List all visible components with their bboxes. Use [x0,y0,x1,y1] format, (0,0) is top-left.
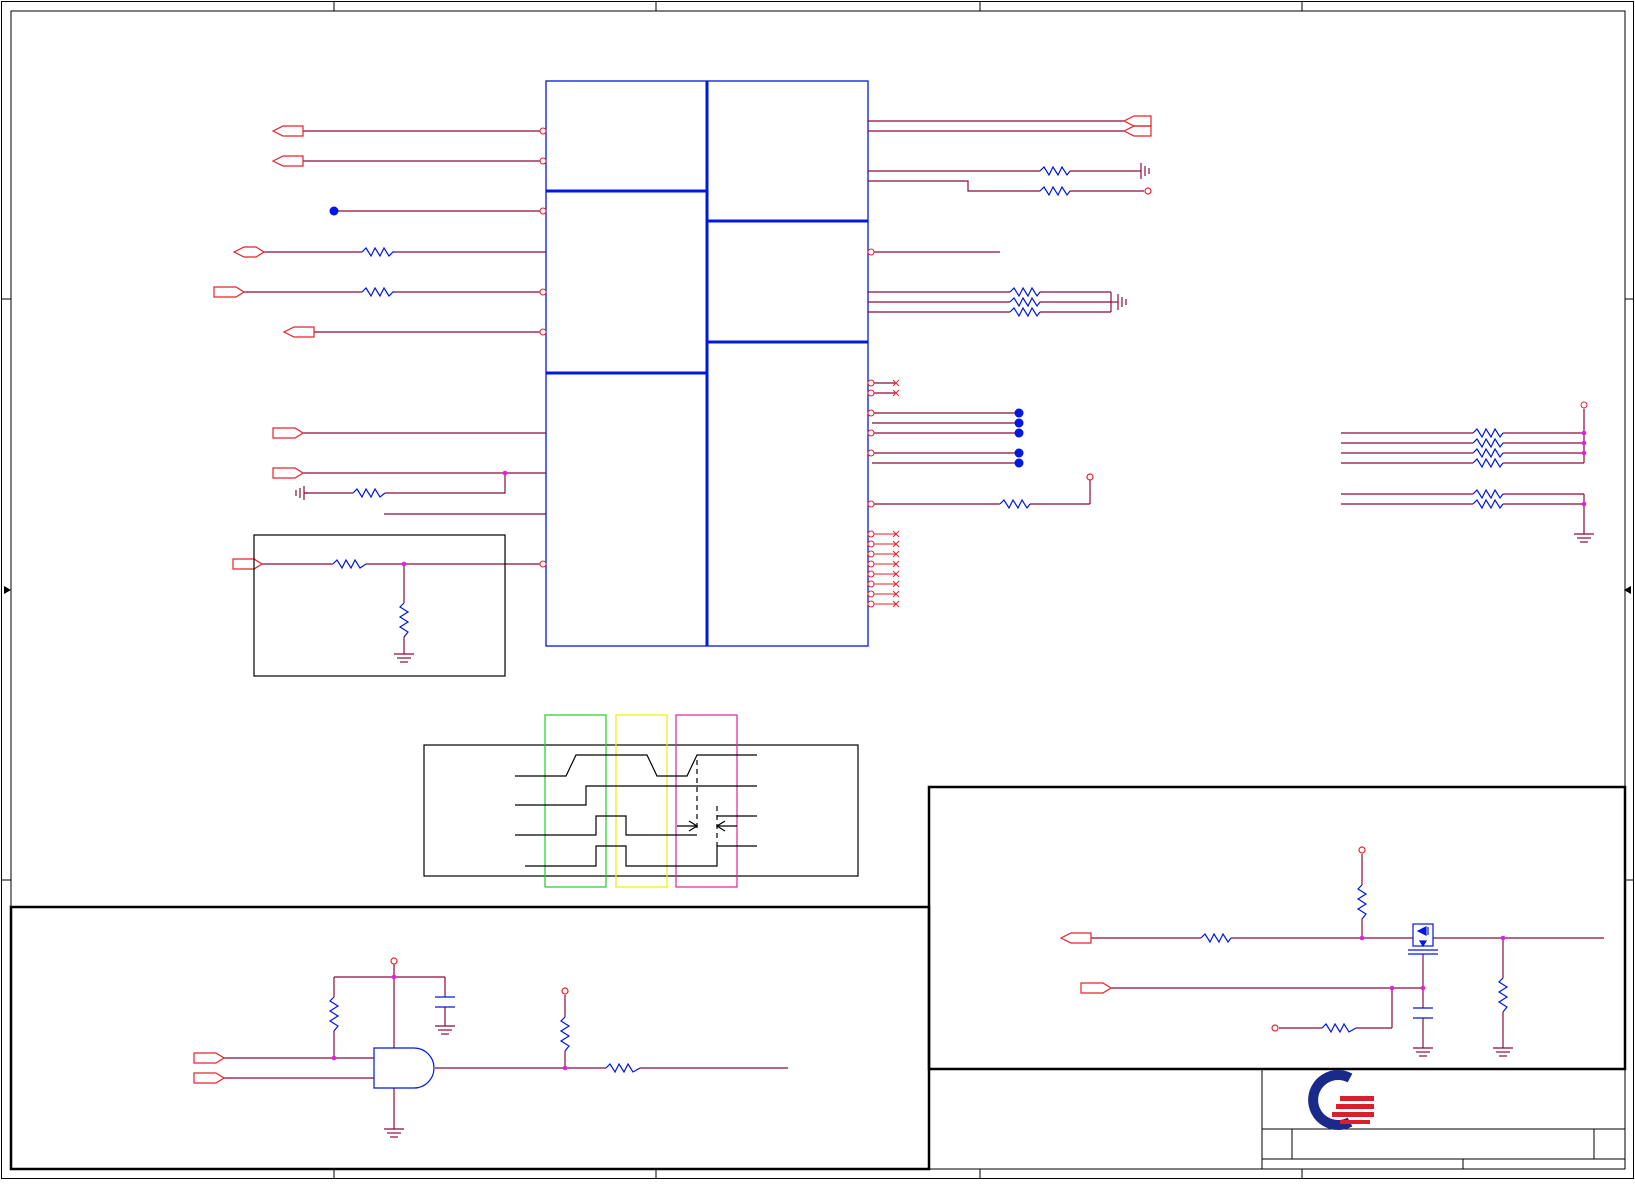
port-gate-in-1 [193,1052,226,1064]
resistor-right-6 [999,498,1031,510]
left-pin-ends [539,127,547,568]
and-gate-grounds [384,1025,455,1138]
test-points [1014,408,1024,468]
timing-window-1 [544,714,607,888]
ground-icon [384,1128,404,1138]
port-left-2 [271,155,304,167]
and-gate-symbol [373,1047,435,1089]
timing-window-3 [675,714,738,888]
and-gate-junctions [331,974,568,1071]
right-pin-ends [867,248,875,608]
resistor-mosfet-series [1200,932,1232,944]
port-right-diff-1 [1122,115,1152,127]
right-ground-symbols [1117,163,1150,310]
and-gate-components [328,996,641,1074]
port-left-7 [272,467,305,479]
port-gate-in-2 [193,1072,226,1084]
resistor-pullup-out [559,1016,571,1052]
left-ground-symbols [295,486,414,663]
port-left-1 [271,125,304,137]
and-gate-circuit [224,964,788,1129]
timing-waveforms [515,754,757,867]
resistor-mosfet-pulldown [1497,977,1509,1013]
ground-icon [1140,163,1150,179]
resistor-mosfet-gate [1321,1022,1357,1034]
schematic-sheet [0,0,1635,1180]
resistor-right-5 [1009,306,1041,318]
port-left-8 [232,558,264,570]
left-junctions [329,206,508,567]
bottom-left-panel [9,905,931,1171]
sheet-border [1,1,1634,1179]
resistor-left-3 [352,487,386,499]
mosfet-ports [1059,846,1366,1032]
port-left-5 [282,326,315,338]
no-connect-markers [874,379,900,608]
ground-icon [295,486,308,500]
resistor-right-3 [1009,286,1041,298]
right-resistors [999,165,1071,510]
resistor-series-out [605,1062,641,1074]
ground-icon [1574,533,1594,543]
capacitor-icon [1413,1007,1433,1019]
right-resistor-bank [1341,409,1585,534]
mosfet-grounds [1413,1047,1513,1057]
port-left-4 [213,286,246,298]
capacitor-icon [435,996,455,1008]
resistor-right-1 [1039,165,1071,177]
ground-icon [1117,294,1127,310]
left-offpage-connectors [213,125,315,570]
resistor-left-4 [332,558,367,570]
ground-icon [435,1025,455,1035]
power-port-icon [561,987,569,995]
port-left-6 [272,427,305,439]
left-subcircuit-box [253,534,506,677]
power-port-icon [390,957,398,965]
ground-icon [1413,1047,1433,1057]
ground-icon [394,653,414,663]
resistor-mosfet-pullup [1356,884,1368,920]
power-port-icon [1358,846,1366,854]
timing-window-2 [615,714,668,888]
mosfet-components [1200,884,1509,1034]
port-mosfet-out [1059,932,1092,944]
right-nets [868,120,1144,505]
main-ic-symbol [545,80,869,647]
resistor-left-5 [398,602,410,638]
port-mosfet-in [1080,982,1113,994]
schematic-canvas [1,1,1634,1179]
resistor-left-1 [361,246,396,258]
port-right-diff-2 [1122,125,1152,137]
resistor-pullup-gate [328,996,340,1032]
right-bank-resistors [1472,427,1504,510]
timing-diagram [423,714,859,888]
resistor-right-2 [1039,185,1071,197]
power-port-icon [1271,1024,1279,1032]
mosfet-circuit [1091,854,1604,1048]
left-resistors [332,246,410,638]
port-left-3 [232,246,266,258]
resistor-right-4 [1009,296,1041,308]
company-logo-icon [1308,1070,1374,1130]
left-nets [244,130,546,654]
power-port-icon [1580,401,1588,409]
power-port-icon [1144,187,1152,195]
power-port-icon [1086,473,1094,481]
sheet-center-arrows [4,586,1631,594]
ground-icon [1493,1047,1513,1057]
resistor-left-2 [361,286,396,298]
mosfet-icon [1408,923,1438,955]
